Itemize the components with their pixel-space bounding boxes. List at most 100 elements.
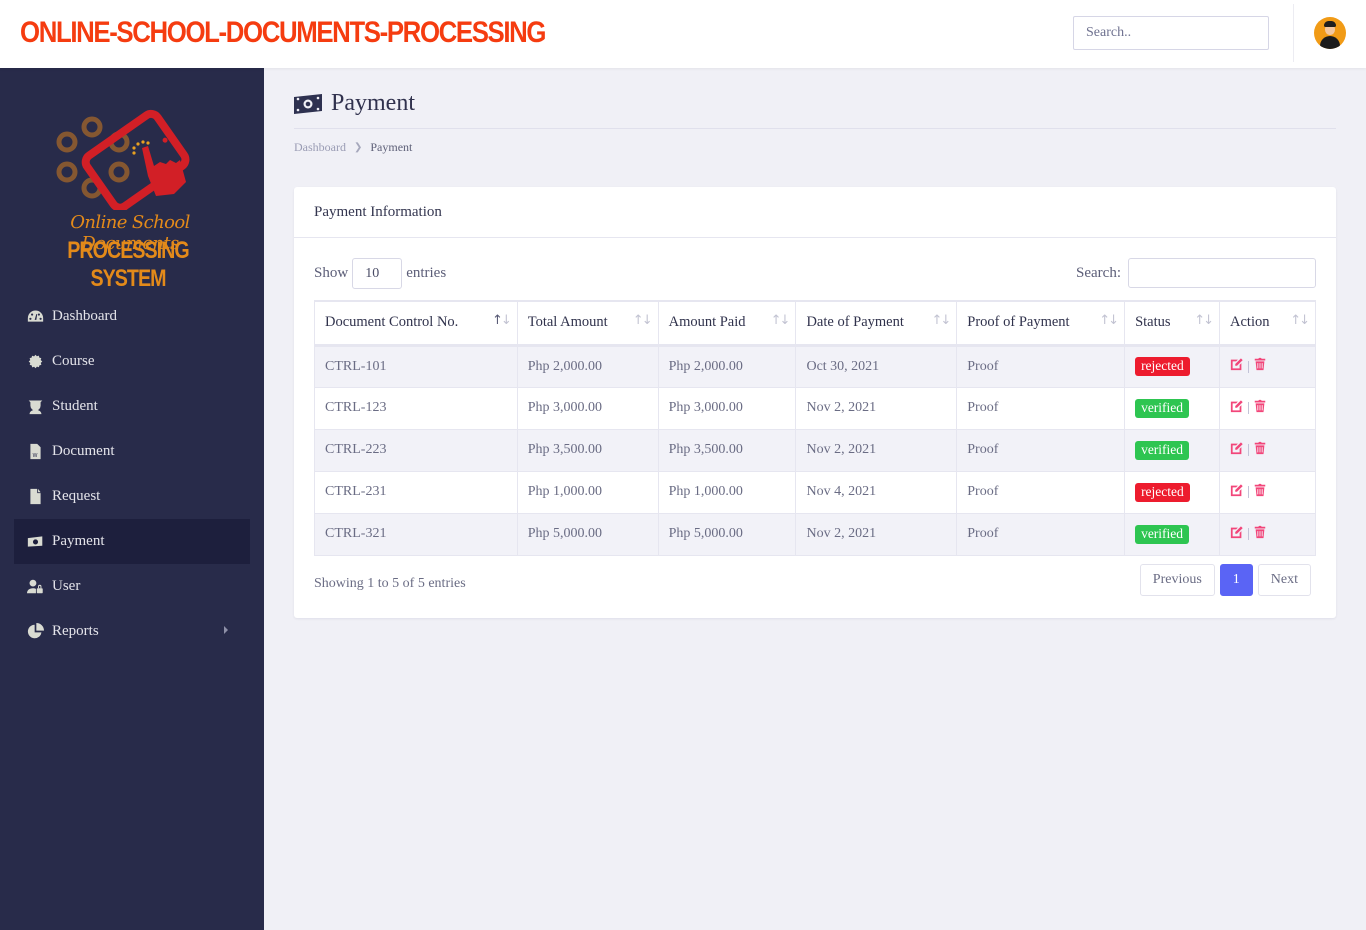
column-header-date-of-payment[interactable]: Date of Payment ↑↓ — [795, 300, 958, 347]
sidebar-item-label: Payment — [52, 533, 105, 549]
graduate-icon — [26, 398, 44, 416]
card-title: Payment Information — [294, 187, 1336, 238]
column-label: Amount Paid — [668, 314, 746, 331]
trash-icon[interactable] — [1253, 525, 1267, 544]
table-filter: Search: — [1076, 258, 1316, 288]
sort-icon: ↑↓ — [491, 313, 512, 328]
cell-control-no: CTRL-123 — [314, 386, 518, 430]
app-logo: Online School Documents PROCESSING SYSTE… — [50, 100, 210, 292]
cell-action — [1219, 386, 1316, 430]
status-badge: verified — [1135, 398, 1190, 418]
page-title-text: Payment — [331, 90, 415, 116]
trash-icon[interactable] — [1253, 483, 1267, 502]
column-header-status[interactable]: Status ↑↓ — [1124, 300, 1221, 347]
cell-proof-of-payment: Proof — [956, 470, 1126, 514]
money-bill-icon — [294, 93, 322, 114]
sidebar-item-reports[interactable]: Reports — [14, 609, 250, 654]
trash-icon[interactable] — [1253, 441, 1267, 460]
cell-total-amount: Php 3,500.00 — [516, 428, 659, 472]
status-badge: verified — [1135, 440, 1190, 460]
table-row: CTRL-123 Php 3,000.00 Php 3,000.00 Nov 2, 2… — [314, 386, 1316, 430]
chevron-right-icon: ❯ — [353, 142, 363, 153]
status-badge: verified — [1135, 524, 1190, 544]
edit-icon[interactable] — [1230, 525, 1244, 544]
cell-control-no: CTRL-321 — [314, 512, 518, 556]
proof-link[interactable]: Proof — [967, 359, 998, 374]
entries-length-select[interactable]: 10 — [352, 258, 403, 289]
entries-length-control: Show 10 entries — [314, 258, 446, 289]
trash-icon[interactable] — [1253, 399, 1267, 418]
table-info: Showing 1 to 5 of 5 entries — [314, 576, 466, 591]
page-1-button[interactable]: 1 — [1219, 564, 1253, 596]
table-header-row: Document Control No. ↑↓ Total Amount ↑↓ Am… — [314, 300, 1316, 347]
column-header-control-no[interactable]: Document Control No. ↑↓ — [314, 300, 518, 347]
sidebar-item-label: Request — [52, 488, 101, 504]
column-label: Status — [1135, 314, 1171, 331]
cell-action — [1219, 344, 1316, 388]
cell-total-amount: Php 2,000.00 — [516, 344, 659, 388]
edit-icon[interactable] — [1230, 357, 1244, 376]
cell-proof-of-payment: Proof — [956, 344, 1126, 388]
edit-icon[interactable] — [1230, 441, 1244, 460]
next-page-button[interactable]: Next — [1257, 564, 1311, 596]
cell-proof-of-payment: Proof — [956, 512, 1126, 556]
column-header-total-amount[interactable]: Total Amount ↑↓ — [516, 300, 659, 347]
cell-date-of-payment: Nov 2, 2021 — [795, 512, 958, 556]
pagination: Previous 1 Next — [1135, 564, 1311, 596]
action-divider — [1248, 486, 1250, 498]
cell-status: verified — [1124, 386, 1221, 430]
cell-action — [1219, 512, 1316, 556]
cell-control-no: CTRL-101 — [314, 344, 518, 388]
proof-link[interactable]: Proof — [967, 400, 998, 415]
column-label: Document Control No. — [325, 314, 459, 331]
tachometer-icon — [26, 308, 44, 326]
column-header-proof-of-payment[interactable]: Proof of Payment ↑↓ — [956, 300, 1126, 347]
sidebar-item-student[interactable]: Student — [14, 384, 250, 429]
cell-proof-of-payment: Proof — [956, 386, 1126, 430]
gear-badge-icon — [26, 353, 44, 371]
status-badge: rejected — [1135, 357, 1190, 376]
sort-icon: ↑↓ — [1290, 313, 1310, 328]
breadcrumb-dashboard[interactable]: Dashboard — [294, 140, 346, 155]
sidebar-item-dashboard[interactable]: Dashboard — [14, 294, 250, 339]
cell-proof-of-payment: Proof — [956, 428, 1126, 472]
edit-icon[interactable] — [1230, 483, 1244, 502]
entries-label: entries — [406, 265, 447, 281]
sidebar-item-label: Document — [52, 443, 115, 459]
cell-amount-paid: Php 2,000.00 — [657, 344, 797, 388]
column-header-amount-paid[interactable]: Amount Paid ↑↓ — [657, 300, 797, 347]
sidebar-item-user[interactable]: User — [14, 564, 250, 609]
chevron-right-icon — [224, 626, 228, 634]
cell-amount-paid: Php 3,500.00 — [657, 428, 797, 472]
trash-icon[interactable] — [1253, 357, 1267, 376]
svg-text:W: W — [32, 453, 37, 459]
column-header-action[interactable]: Action ↑↓ — [1219, 300, 1316, 347]
header-search-input[interactable] — [1073, 16, 1269, 50]
previous-page-button[interactable]: Previous — [1139, 564, 1215, 596]
cell-total-amount: Php 1,000.00 — [516, 470, 659, 514]
filter-label: Search: — [1076, 264, 1121, 281]
proof-link[interactable]: Proof — [967, 484, 998, 499]
sort-icon: ↑↓ — [931, 313, 951, 328]
user-avatar-icon[interactable] — [1314, 17, 1346, 49]
sidebar-item-label: Course — [52, 353, 95, 369]
action-divider — [1248, 360, 1250, 373]
sort-icon: ↑↓ — [1194, 313, 1214, 328]
cell-date-of-payment: Nov 2, 2021 — [795, 428, 958, 472]
sidebar-item-document[interactable]: W Document — [14, 429, 250, 474]
proof-link[interactable]: Proof — [967, 442, 998, 457]
payment-table: Document Control No. ↑↓ Total Amount ↑↓ Am… — [314, 300, 1316, 556]
show-label: Show — [314, 265, 349, 281]
sidebar-item-label: Student — [52, 398, 98, 414]
payment-information-card: Payment Information Show 10 entries Sear… — [294, 187, 1336, 618]
sidebar-item-payment[interactable]: Payment — [14, 519, 250, 564]
sidebar-item-request[interactable]: Request — [14, 474, 250, 519]
edit-icon[interactable] — [1230, 399, 1244, 418]
table-search-input[interactable] — [1128, 258, 1316, 288]
cell-action — [1219, 470, 1316, 514]
sidebar-item-course[interactable]: Course — [14, 339, 250, 384]
sort-icon: ↑↓ — [770, 313, 791, 328]
proof-link[interactable]: Proof — [967, 526, 998, 541]
sidebar: Online School Documents PROCESSING SYSTE… — [0, 68, 264, 930]
cell-action — [1219, 428, 1316, 472]
